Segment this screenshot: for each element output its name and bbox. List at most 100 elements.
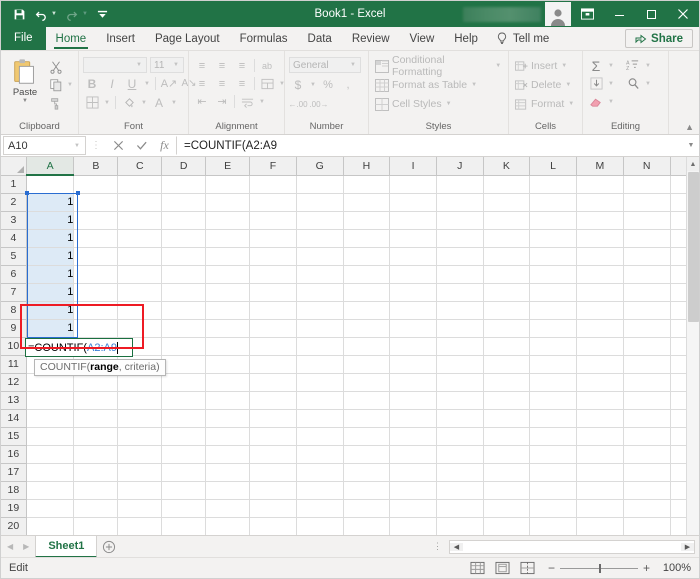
cell-E10[interactable] [206,337,250,355]
column-header-C[interactable]: C [118,157,162,175]
cell-J20[interactable] [436,517,483,535]
conditional-formatting-dropdown-icon[interactable]: ▼ [494,63,502,69]
cell-M1[interactable] [576,175,623,193]
comma-style-icon[interactable]: , [339,76,357,93]
cell-C14[interactable] [118,409,162,427]
cell-K2[interactable] [483,193,530,211]
align-top-icon[interactable]: ≡ [193,57,211,74]
borders-dropdown-icon[interactable]: ▼ [103,100,111,106]
cell-G10[interactable] [296,337,343,355]
cell-E9[interactable] [206,319,250,337]
cell-D12[interactable] [162,373,206,391]
cell-H7[interactable] [343,283,390,301]
fill-color-icon[interactable] [120,94,138,111]
name-box-dropdown-icon[interactable]: ▼ [73,143,81,149]
cell-C8[interactable] [118,301,162,319]
cell-L8[interactable] [530,301,577,319]
cell-A3[interactable]: 1 [26,211,74,229]
cell-N12[interactable] [623,373,670,391]
column-header-G[interactable]: G [296,157,343,175]
row-header-11[interactable]: 11 [1,355,26,373]
zoom-knob[interactable] [599,564,601,573]
cell-D13[interactable] [162,391,206,409]
cell-D16[interactable] [162,445,206,463]
sort-filter-dropdown-icon[interactable]: ▼ [644,63,652,69]
cell-E4[interactable] [206,229,250,247]
cell-N20[interactable] [623,517,670,535]
cell-L9[interactable] [530,319,577,337]
find-and-select-icon[interactable] [624,75,642,92]
cell-I14[interactable] [390,409,437,427]
cell-D18[interactable] [162,481,206,499]
scroll-left-icon[interactable]: ◀ [450,543,463,551]
paste-button[interactable]: Paste ▼ [5,56,45,104]
add-sheet-icon[interactable] [97,536,121,558]
cell-F11[interactable] [250,355,297,373]
cell-C2[interactable] [118,193,162,211]
font-color-icon[interactable]: A [150,94,168,111]
cell-H5[interactable] [343,247,390,265]
cell-J16[interactable] [436,445,483,463]
close-button[interactable] [667,1,699,27]
cell-K16[interactable] [483,445,530,463]
row-header-8[interactable]: 8 [1,301,26,319]
cell-I17[interactable] [390,463,437,481]
cell-G1[interactable] [296,175,343,193]
cell-D20[interactable] [162,517,206,535]
cell-B9[interactable] [74,319,118,337]
cell-H17[interactable] [343,463,390,481]
cell-K14[interactable] [483,409,530,427]
currency-icon[interactable]: $ [289,76,307,93]
cell-L12[interactable] [530,373,577,391]
cell-H18[interactable] [343,481,390,499]
cell-I8[interactable] [390,301,437,319]
cell-K7[interactable] [483,283,530,301]
cell-E2[interactable] [206,193,250,211]
ribbon-display-options-icon[interactable] [571,1,603,27]
cell-I12[interactable] [390,373,437,391]
cell-A7[interactable]: 1 [26,283,74,301]
format-painter-icon[interactable] [47,94,65,111]
cell-I13[interactable] [390,391,437,409]
cell-B15[interactable] [74,427,118,445]
column-header-F[interactable]: F [250,157,297,175]
cell-A14[interactable] [26,409,74,427]
cell-K13[interactable] [483,391,530,409]
cell-J7[interactable] [436,283,483,301]
insert-function-button[interactable]: fx [153,136,176,156]
cell-E5[interactable] [206,247,250,265]
active-cell-editor[interactable]: =COUNTIF(A2:A9 [25,338,133,357]
cell-F4[interactable] [250,229,297,247]
cell-F15[interactable] [250,427,297,445]
cell-J8[interactable] [436,301,483,319]
cell-M15[interactable] [576,427,623,445]
cell-A19[interactable] [26,499,74,517]
cell-D15[interactable] [162,427,206,445]
cell-D8[interactable] [162,301,206,319]
row-header-17[interactable]: 17 [1,463,26,481]
cell-M16[interactable] [576,445,623,463]
cell-H20[interactable] [343,517,390,535]
cell-J14[interactable] [436,409,483,427]
cell-H15[interactable] [343,427,390,445]
cell-D19[interactable] [162,499,206,517]
cell-L6[interactable] [530,265,577,283]
cell-K3[interactable] [483,211,530,229]
cell-E6[interactable] [206,265,250,283]
formula-input[interactable]: =COUNTIF(A2:A9 [176,136,683,155]
cell-K18[interactable] [483,481,530,499]
cell-K17[interactable] [483,463,530,481]
cell-B2[interactable] [74,193,118,211]
collapse-ribbon-icon[interactable]: ▲ [685,122,694,132]
cell-N8[interactable] [623,301,670,319]
row-header-18[interactable]: 18 [1,481,26,499]
cell-G11[interactable] [296,355,343,373]
format-dropdown-icon[interactable]: ▼ [567,101,575,107]
cell-F1[interactable] [250,175,297,193]
number-format-dropdown[interactable]: General ▼ [289,57,361,73]
cell-K5[interactable] [483,247,530,265]
row-header-9[interactable]: 9 [1,319,26,337]
cell-C19[interactable] [118,499,162,517]
cell-G19[interactable] [296,499,343,517]
cell-N10[interactable] [623,337,670,355]
